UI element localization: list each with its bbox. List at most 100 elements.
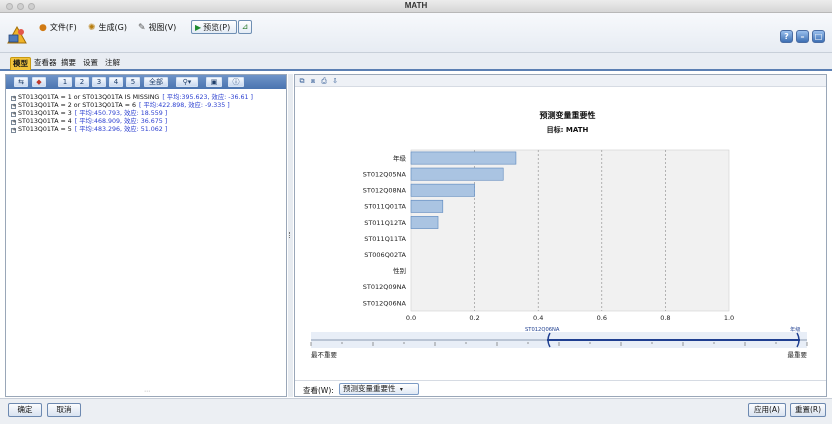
maximize-icon: □ [814, 32, 823, 41]
y-category-label: ST011Q11TA [364, 235, 406, 243]
generate-menu-label: 生成(G) [98, 23, 127, 32]
y-category-label: ST012Q09NA [363, 283, 407, 291]
resize-grip-icon[interactable]: ⋯ [144, 388, 150, 395]
y-category-label: 性别 [393, 266, 406, 275]
rule-condition: ST013Q01TA = 1 or ST013Q01TA IS MISSING [18, 94, 160, 101]
toolbar: ● 文件(F) ✺ 生成(G) ✎ 视图(V) ▶ 预览(P) ⊿ ? – □ [0, 13, 832, 53]
rule-stat: [ 平均:468.909, 效应: 36.675 ] [74, 118, 168, 125]
tab-model[interactable]: 模型 [10, 57, 31, 70]
level-5-button[interactable]: 5 [126, 77, 140, 87]
rule-condition: ST013Q01TA = 5 [18, 126, 72, 133]
maximize-panel-button[interactable]: □ [812, 30, 825, 43]
file-menu-label: 文件(F) [49, 23, 77, 32]
info-button[interactable]: ⓘ [228, 77, 244, 87]
view-bar: 查看(W): 预测变量重要性 ▾ [295, 380, 826, 396]
y-category-label: ST011Q01TA [364, 203, 406, 211]
info-icon: ⓘ [232, 78, 240, 86]
expand-icon[interactable]: + [11, 95, 16, 101]
cancel-button[interactable]: 取消 [47, 403, 81, 417]
window-title: MATH [404, 1, 428, 10]
y-category-label: 年级 [393, 153, 407, 162]
rule-condition: ST013Q01TA = 2 or ST013Q01TA = 6 [18, 102, 137, 109]
view-select-value: 预测变量重要性 [343, 384, 396, 393]
rule-stat: [ 平均:483.296, 效应: 51.062 ] [74, 126, 168, 133]
level-3-button[interactable]: 3 [92, 77, 106, 87]
y-category-label: ST011Q12TA [364, 219, 406, 227]
file-icon: ● [39, 22, 47, 33]
tab-summary[interactable]: 摘要 [59, 57, 78, 70]
rule-item[interactable]: + ST013Q01TA = 3 [ 平均:450.793, 效应: 18.55… [11, 110, 286, 118]
play-icon: ▶ [195, 22, 202, 32]
importance-bar[interactable] [410, 167, 504, 181]
rule-tree-toolbar: ⇆ ◆ 1 2 3 4 5 全部 ⚲▾ ▣ ⓘ [6, 75, 286, 89]
expand-icon[interactable]: + [11, 111, 16, 117]
dialog-footer: 确定 取消 应用(A) 重置(R) [0, 398, 832, 424]
pane-splitter[interactable] [288, 74, 293, 397]
generate-menu[interactable]: ✺ 生成(G) [88, 21, 127, 34]
preview-options-icon: ⊿ [241, 22, 249, 31]
x-tick-label: 0.0 [406, 314, 416, 322]
level-4-button[interactable]: 4 [109, 77, 123, 87]
view-menu-label: 视图(V) [148, 23, 177, 32]
y-category-label: ST012Q05NA [363, 170, 407, 178]
filter-dropdown-button[interactable]: ⚲▾ [176, 77, 198, 87]
level-2-button[interactable]: 2 [75, 77, 89, 87]
y-category-label: ST012Q08NA [363, 187, 407, 195]
preview-button[interactable]: ▶ 预览(P) [191, 20, 237, 34]
reset-button[interactable]: 重置(R) [790, 403, 826, 417]
importance-bar[interactable] [410, 151, 517, 165]
rule-condition: ST013Q01TA = 3 [18, 110, 72, 117]
y-category-label: ST006Q02TA [364, 251, 406, 259]
level-1-button[interactable]: 1 [58, 77, 72, 87]
rule-stat: [ 平均:422.898, 效应: -9.335 ] [139, 102, 230, 109]
preview-label: 预览(P) [203, 22, 231, 32]
rule-item[interactable]: + ST013Q01TA = 2 or ST013Q01TA = 6 [ 平均:… [11, 102, 286, 110]
ok-button[interactable]: 确定 [8, 403, 42, 417]
help-icon: ? [784, 32, 789, 41]
show-details-button[interactable]: ◆ [32, 77, 46, 87]
tab-strip: 模型 查看器 摘要 设置 注解 [0, 53, 832, 71]
rule-view-icon: ▣ [210, 78, 218, 86]
details-icon: ◆ [36, 78, 42, 86]
rule-view-button[interactable]: ▣ [206, 77, 222, 87]
tab-viewer[interactable]: 查看器 [32, 57, 59, 70]
expand-icon[interactable]: + [11, 119, 16, 125]
x-tick-label: 1.0 [724, 314, 734, 322]
preview-options-button[interactable]: ⊿ [238, 20, 252, 34]
slider-left-marker-label: ST012Q06NA [525, 327, 560, 333]
importance-bar[interactable] [410, 183, 475, 197]
rule-stat: [ 平均:395.623, 效应: -36.61 ] [162, 94, 254, 101]
rule-list: + ST013Q01TA = 1 or ST013Q01TA IS MISSIN… [11, 94, 286, 134]
tab-settings[interactable]: 设置 [81, 57, 100, 70]
slider-right-marker-label: 年级 [790, 325, 800, 333]
rule-item[interactable]: + ST013Q01TA = 5 [ 平均:483.296, 效应: 51.06… [11, 126, 286, 134]
expand-icon[interactable]: + [11, 103, 16, 109]
view-label: 查看(W): [303, 386, 334, 395]
importance-chart: 0.0 0.2 0.4 0.6 0.8 1.0 年级 ST012Q05NA ST012Q08NA… [310, 149, 808, 359]
expand-all-button[interactable]: 全部 [144, 77, 168, 87]
rule-item[interactable]: + ST013Q01TA = 1 or ST013Q01TA IS MISSIN… [11, 94, 286, 102]
least-important-label: 最不重要 [311, 351, 338, 359]
title-bar: MATH [0, 0, 832, 13]
help-button[interactable]: ? [780, 30, 793, 43]
filter-icon: ⚲▾ [182, 78, 192, 86]
minimize-icon: – [800, 32, 805, 41]
expand-icon[interactable]: + [11, 127, 16, 133]
apply-button[interactable]: 应用(A) [748, 403, 786, 417]
y-category-label: ST012Q06NA [363, 299, 407, 307]
importance-bar[interactable] [410, 199, 444, 213]
show-rules-button[interactable]: ⇆ [14, 77, 28, 87]
importance-bar[interactable] [410, 216, 439, 229]
file-menu[interactable]: ● 文件(F) [39, 21, 77, 34]
rule-stat: [ 平均:450.793, 效应: 18.559 ] [74, 110, 168, 117]
view-menu[interactable]: ✎ 视图(V) [138, 21, 176, 34]
rules-icon: ⇆ [18, 78, 24, 86]
rule-item[interactable]: + ST013Q01TA = 4 [ 平均:468.909, 效应: 36.67… [11, 118, 286, 126]
chevron-down-icon: ▾ [399, 386, 403, 393]
chart-panel: ⧉ ⧈ ⎙ ⇩ 预测变量重要性 目标: MATH 0.0 0.2 0.4 0.6 0.8… [294, 74, 827, 397]
tab-annotations[interactable]: 注解 [103, 57, 122, 70]
model-nugget-icon [7, 25, 27, 44]
minimize-panel-button[interactable]: – [796, 30, 809, 43]
x-tick-label: 0.2 [469, 314, 479, 322]
view-select[interactable]: 预测变量重要性 ▾ [339, 383, 419, 395]
